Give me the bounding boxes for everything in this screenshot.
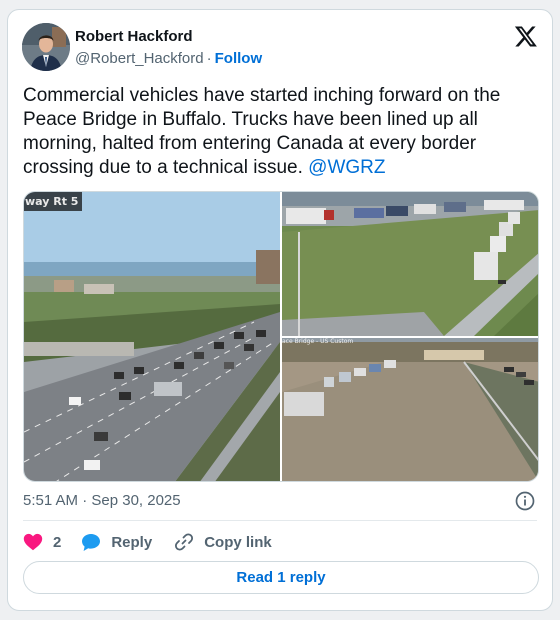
divider bbox=[23, 520, 537, 521]
media-image-truck-queue[interactable] bbox=[282, 192, 539, 336]
read-replies-button[interactable]: Read 1 reply bbox=[23, 561, 539, 594]
link-icon bbox=[175, 533, 194, 551]
separator-dot: · bbox=[206, 50, 212, 67]
tweet-body: Commercial vehicles have started inching… bbox=[23, 85, 501, 178]
follow-link[interactable]: Follow bbox=[215, 50, 263, 67]
like-count: 2 bbox=[53, 533, 62, 551]
reply-label: Reply bbox=[111, 533, 153, 551]
mention-link[interactable]: @WGRZ bbox=[308, 157, 385, 178]
copy-link-label: Copy link bbox=[204, 533, 272, 551]
info-icon[interactable] bbox=[514, 490, 536, 512]
author-name[interactable]: Robert Hackford bbox=[75, 28, 193, 45]
x-logo-icon[interactable] bbox=[514, 24, 538, 48]
avatar[interactable] bbox=[22, 23, 70, 71]
timestamp[interactable]: 5:51 AM · Sep 30, 2025 bbox=[23, 492, 181, 509]
reply-bubble-icon bbox=[82, 533, 101, 551]
media-grid[interactable]: way Rt 5 ace Bridge - US Custom bbox=[23, 191, 539, 482]
author-handle-line: @Robert_Hackford · Follow bbox=[75, 50, 262, 67]
action-bar: 2 Reply Copy link bbox=[23, 530, 272, 554]
copy-link-button[interactable]: Copy link bbox=[174, 532, 272, 552]
media-image-highway[interactable] bbox=[24, 192, 280, 482]
tweet-card: Robert Hackford @Robert_Hackford · Follow … bbox=[7, 9, 553, 611]
heart-icon bbox=[23, 533, 43, 551]
reply-button[interactable]: Reply bbox=[81, 533, 152, 552]
like-button[interactable]: 2 bbox=[23, 533, 61, 551]
author-handle[interactable]: @Robert_Hackford bbox=[75, 50, 204, 67]
media-overlay-small-label: ace Bridge - US Custom bbox=[282, 338, 354, 345]
tweet-text: Commercial vehicles have started inching… bbox=[23, 84, 543, 180]
media-overlay-label: way Rt 5 bbox=[24, 192, 83, 211]
media-image-bridge-plaza[interactable] bbox=[282, 338, 539, 482]
